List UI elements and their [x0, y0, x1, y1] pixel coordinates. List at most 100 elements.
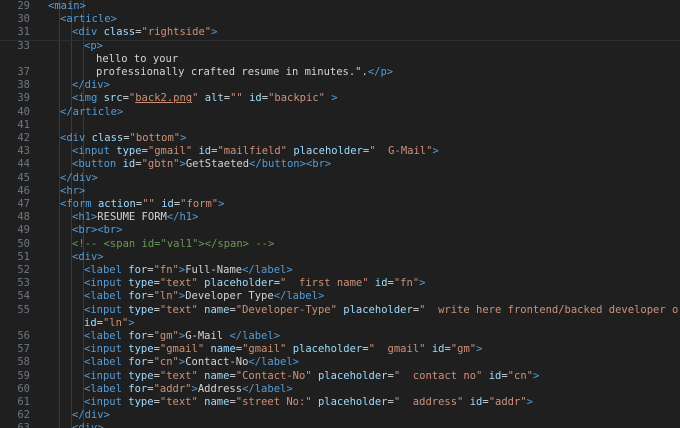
code-token: alt — [204, 92, 224, 105]
code-line[interactable]: id="ln"> — [0, 317, 680, 330]
code-line[interactable]: 63 <div> — [0, 422, 680, 428]
code-text: <br><br> — [72, 224, 123, 237]
line-number: 54 — [17, 290, 30, 303]
code-line[interactable]: 55 <input type="text" name="Developer-Typ… — [0, 304, 680, 317]
code-token: type — [128, 369, 154, 382]
code-line[interactable]: hello to your — [0, 53, 680, 66]
code-text: <label for="cn">Contact-No</label> — [84, 356, 299, 369]
code-token: <label — [84, 290, 129, 303]
line-number: 47 — [17, 198, 30, 210]
line-number: 56 — [17, 330, 30, 342]
code-token: action — [97, 198, 136, 210]
code-token: " first name" — [280, 277, 369, 290]
code-line[interactable]: 54 <label for="ln">Developer Type</label> — [0, 290, 680, 303]
code-token: <div — [60, 132, 92, 144]
code-token: <input — [84, 396, 129, 408]
code-line[interactable]: 45 </div> — [0, 172, 680, 185]
code-token: "bottom" — [129, 132, 181, 144]
code-token: id — [84, 316, 97, 329]
code-token: back2.png — [135, 92, 193, 105]
line-number: 55 — [17, 303, 30, 316]
code-line[interactable]: 62 </div> — [0, 409, 680, 422]
line-number: 51 — [17, 250, 30, 263]
code-token: > — [211, 26, 218, 39]
code-text: <label for="addr">Address</label> — [84, 383, 293, 396]
code-text: <input type="gmail" id="mailfield" place… — [72, 145, 439, 158]
code-line[interactable]: 60 <label for="addr">Address</label> — [0, 383, 680, 396]
code-line[interactable]: 29 <main> — [0, 0, 680, 13]
line-number: 58 — [17, 356, 30, 369]
code-token: hello to your — [96, 52, 179, 65]
code-token: <hr> — [60, 184, 86, 197]
code-line[interactable]: 44 <button id="gbtn">GetStaeted</button><… — [0, 158, 680, 171]
code-token: type — [128, 277, 154, 290]
code-line[interactable]: 42 <div class="bottom"> — [0, 132, 680, 145]
code-token: > — [180, 132, 187, 144]
code-token: professionally crafted resume in minutes… — [96, 66, 368, 78]
code-text: </div> — [60, 172, 98, 185]
line-number: 52 — [17, 264, 30, 276]
code-token: > — [476, 343, 483, 356]
code-line[interactable]: 43 <input type="gmail" id="mailfield" pla… — [0, 145, 680, 158]
code-token: " contact no" — [393, 369, 483, 382]
code-token: <label — [84, 382, 129, 395]
code-token: "gm" — [153, 330, 179, 342]
code-line[interactable]: 41 — [0, 119, 680, 132]
code-line[interactable]: 56 <label for="gm">G-Mail </label> — [0, 330, 680, 343]
code-token: "gm" — [450, 343, 477, 356]
code-text: <button id="gbtn">GetStaeted</button><br… — [72, 158, 331, 171]
code-token: "gmail" — [147, 145, 193, 158]
line-number: 60 — [17, 382, 30, 395]
code-token: </button><br> — [249, 158, 332, 171]
code-line[interactable]: 39 <img src="back2.png" alt="" id="backpi… — [0, 92, 680, 105]
code-token: "text" — [159, 277, 198, 290]
code-token: "form" — [180, 198, 219, 210]
code-token: "Developer-Type" — [235, 303, 337, 316]
code-line[interactable]: 38 </div> — [0, 79, 680, 92]
code-token: type — [128, 343, 154, 356]
code-line[interactable]: 30 <article> — [0, 13, 680, 26]
code-text: <p> — [84, 40, 103, 53]
code-token: <form — [60, 198, 98, 210]
code-token: > — [526, 396, 533, 408]
line-number: 59 — [17, 369, 30, 382]
code-line[interactable]: 57 <input type="gmail" name="gmail" place… — [0, 343, 680, 356]
line-number: 63 — [0, 422, 30, 428]
code-token: > — [331, 92, 338, 105]
code-token: > — [128, 316, 135, 329]
code-text: <label for="fn">Full-Name</label> — [84, 264, 293, 277]
code-token: Full-Name — [185, 264, 243, 276]
code-line[interactable]: 33 <p> — [0, 40, 680, 53]
code-line[interactable]: 52 <label for="fn">Full-Name</label> — [0, 264, 680, 277]
code-token: </h1> — [166, 211, 199, 224]
code-line[interactable]: 37 professionally crafted resume in minut… — [0, 66, 680, 79]
code-token: <article> — [60, 13, 117, 26]
code-line[interactable]: 48 <h1>RESUME FORM</h1> — [0, 211, 680, 224]
code-text: <div> — [72, 422, 104, 428]
code-line[interactable]: 58 <label for="cn">Contact-No</label> — [0, 356, 680, 369]
code-line[interactable]: 53 <input type="text" placeholder=" first… — [0, 277, 680, 290]
code-line[interactable]: 59 <input type="text" name="Contact-No" p… — [0, 370, 680, 383]
code-token: </div> — [72, 79, 110, 92]
code-text: <hr> — [60, 185, 85, 198]
code-line[interactable]: 49 <br><br> — [0, 224, 680, 237]
code-line[interactable]: 46 <hr> — [0, 185, 680, 198]
code-line[interactable]: 40 </article> — [0, 106, 680, 119]
code-token: id — [161, 198, 174, 210]
code-token: "text" — [159, 303, 198, 316]
code-text: <main> — [48, 0, 86, 13]
code-token: " G-Mail" — [369, 145, 433, 158]
code-token: > — [532, 369, 540, 382]
line-number: 39 — [17, 92, 30, 105]
line-number: 38 — [17, 79, 30, 92]
code-editor[interactable]: 29 <main> 30 <article> 31 <div class="rightsi… — [0, 0, 680, 428]
code-token: <main> — [48, 0, 86, 12]
code-line[interactable]: 50 <!-- <span id="val1"></span> --> — [0, 238, 680, 251]
code-line[interactable]: 51 <div> — [0, 251, 680, 264]
code-token: id — [374, 277, 388, 290]
code-token: <input — [84, 369, 129, 382]
code-line[interactable]: 47 <form action="" id="form"> — [0, 198, 680, 211]
code-line[interactable]: 61 <input type="text" name="street No:" p… — [0, 396, 680, 409]
code-token: > — [419, 277, 426, 290]
code-line[interactable]: 31 <div class="rightside"> — [0, 26, 680, 39]
